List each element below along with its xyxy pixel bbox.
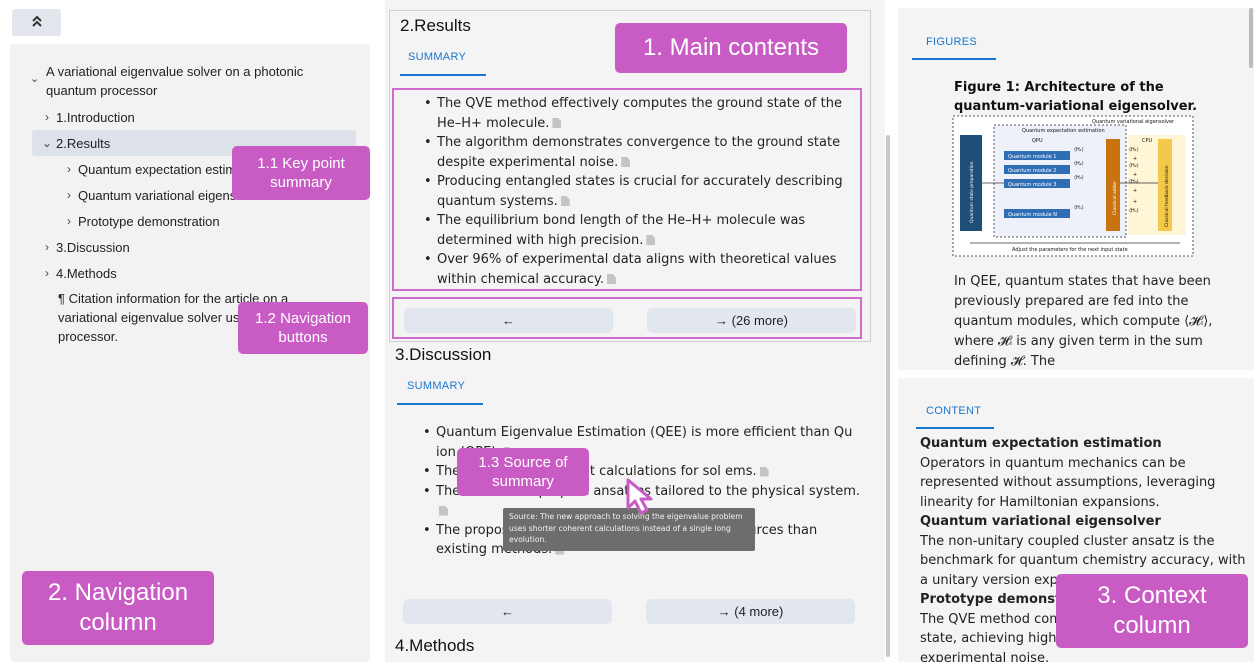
diagram-qpu-label: QPU: [1032, 138, 1043, 144]
outline-item-label: 4.Methods: [56, 265, 117, 281]
figures-panel: FIGURES Figure 1: Architecture of the qu…: [898, 8, 1254, 370]
annotation-nav-buttons: 1.2 Navigation buttons: [238, 302, 368, 354]
outline-item-prototype[interactable]: › Prototype demonstration: [30, 208, 360, 234]
outline-item-methods[interactable]: › 4.Methods: [30, 260, 360, 286]
outline-item-discussion[interactable]: › 3.Discussion: [30, 234, 360, 260]
context-scrollbar[interactable]: [1249, 8, 1253, 68]
diagram-sum-2: +: [1133, 156, 1137, 162]
tab-content[interactable]: CONTENT: [926, 405, 981, 417]
tab-underline: [912, 58, 996, 60]
source-icon[interactable]: [759, 466, 769, 477]
diagram-outer-label: Quantum variational eigensolver: [1092, 119, 1175, 125]
outline-item-label: Quantum expectation estimati: [78, 161, 250, 177]
tab-underline: [400, 74, 486, 76]
cursor-arrow-icon: [622, 476, 662, 520]
diagram-input-n: ⟨Hₙ⟩: [1074, 205, 1084, 211]
diagram-sum-5: ⟨H₃⟩: [1129, 179, 1139, 185]
section-title-methods: 4.Methods: [395, 636, 475, 655]
figure-caption: Figure 1: Architecture of the quantum-va…: [954, 80, 1198, 114]
key-point-highlight: [392, 88, 862, 291]
diagram-adder-label: Classical adder: [1112, 181, 1118, 215]
chevron-right-icon: ›: [45, 240, 49, 254]
diagram-bottom-label: Adjust the parameters for the next input…: [1012, 247, 1128, 253]
annotation-context-column: 3. Context column: [1056, 574, 1248, 648]
annotation-key-point: 1.1 Key point summary: [232, 146, 370, 200]
outline-item-label: 3.Discussion: [56, 239, 130, 255]
outline-item-introduction[interactable]: › 1.Introduction: [30, 104, 360, 130]
annotation-nav-column: 2. Navigation column: [22, 571, 214, 645]
chevron-right-icon: ›: [45, 266, 49, 280]
chevron-right-icon: ›: [45, 110, 49, 124]
nav-buttons-highlight: [392, 297, 862, 339]
chevron-down-icon: ⌄: [30, 73, 40, 85]
chevron-right-icon: ›: [67, 214, 71, 228]
diagram-sum-1: ⟨H₁⟩: [1129, 147, 1139, 153]
diagram-sum-3: ⟨H₂⟩: [1129, 163, 1139, 169]
main-scrollbar[interactable]: [886, 135, 890, 657]
diagram-module-3: Quantum module 3: [1008, 182, 1056, 188]
diagram-input-2: ⟨H₂⟩: [1074, 161, 1084, 167]
tab-figures[interactable]: FIGURES: [926, 36, 977, 48]
diagram-qee-label: Quantum expectation estimation: [1022, 128, 1105, 134]
diagram-prep-label: Quantum state preparation: [969, 161, 975, 223]
tab-summary[interactable]: SUMMARY: [408, 51, 466, 63]
content-heading: Quantum expectation estimation: [920, 436, 1162, 451]
tab-summary[interactable]: SUMMARY: [407, 380, 465, 392]
annotation-source: 1.3 Source of summary: [457, 448, 589, 496]
outline-root-item[interactable]: ⌄ A variational eigenvalue solver on a p…: [30, 62, 360, 100]
tab-underline: [397, 403, 483, 405]
section-title-results: 2.Results: [400, 16, 471, 35]
prev-button[interactable]: ←: [403, 599, 612, 624]
content-text: Operators in quantum mechanics can be re…: [920, 455, 1216, 510]
outline-item-label: 2.Results: [56, 135, 111, 151]
figure-description: In QEE, quantum states that have been pr…: [954, 274, 1213, 369]
diagram-cpu-label: CPU: [1142, 138, 1153, 144]
diagram-sum-8: ⟨Hₙ⟩: [1129, 208, 1139, 214]
chevron-down-icon: ⌄: [41, 136, 53, 150]
next-button[interactable]: → (4 more): [646, 599, 855, 624]
outline-item-label: Quantum variational eigensolv: [78, 187, 253, 203]
diagram-input-3: ⟨H₃⟩: [1074, 175, 1084, 181]
diagram-sum-6: +: [1133, 188, 1137, 194]
diagram-module-2: Quantum module 2: [1008, 168, 1056, 174]
content-text: The QVE method com state, achieving high…: [920, 611, 1062, 662]
section-title-discussion: 3.Discussion: [395, 345, 492, 364]
diagram-module-n: Quantum module N: [1008, 212, 1057, 218]
source-icon[interactable]: [439, 505, 448, 516]
architecture-diagram[interactable]: Quantum variational eigensolver Quantum …: [952, 115, 1194, 257]
tab-underline: [916, 427, 994, 429]
chevron-right-icon: ›: [67, 188, 71, 202]
diagram-module-1: Quantum module 1: [1008, 154, 1056, 160]
chevron-right-icon: ›: [67, 162, 71, 176]
diagram-sum-4: +: [1133, 172, 1137, 178]
collapse-toggle-button[interactable]: [12, 9, 61, 36]
diagram-sum-7: +: [1133, 199, 1137, 205]
diagram-feedback-label: Classical feedback decision: [1164, 165, 1170, 227]
outline-root-label: A variational eigenvalue solver on a pho…: [46, 64, 304, 98]
content-heading: Quantum variational eigensolver: [920, 514, 1161, 529]
double-chevron-up-icon: [31, 13, 43, 32]
outline-item-label: Prototype demonstration: [78, 213, 220, 229]
diagram-input-1: ⟨H₁⟩: [1074, 147, 1084, 153]
annotation-main-contents: 1. Main contents: [615, 23, 847, 73]
outline-item-label: 1.Introduction: [56, 109, 135, 125]
